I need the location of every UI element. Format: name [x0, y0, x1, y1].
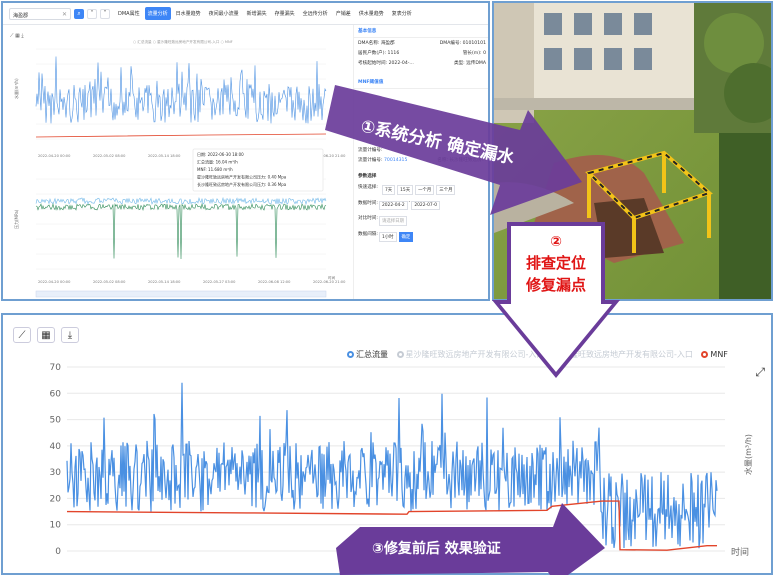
- step2-line1: 排查定位: [526, 254, 586, 272]
- workflow-arrows: ①系统分析 确定漏水 ② 排查定位 修复漏点 ③修复前后 效果验证: [325, 85, 620, 575]
- step3-text: ③修复前后 效果验证: [372, 540, 501, 557]
- step2-line2: 修复漏点: [525, 276, 586, 294]
- composite-figure: 海盈郡 ✕ ⌕ ˄ ˅ DMA属性 流量分析 日水量趋势 夜间最小流量 新增漏失 存量漏失全…: [0, 0, 775, 575]
- step2-num: ②: [550, 234, 562, 250]
- arrow-step3: [336, 503, 605, 575]
